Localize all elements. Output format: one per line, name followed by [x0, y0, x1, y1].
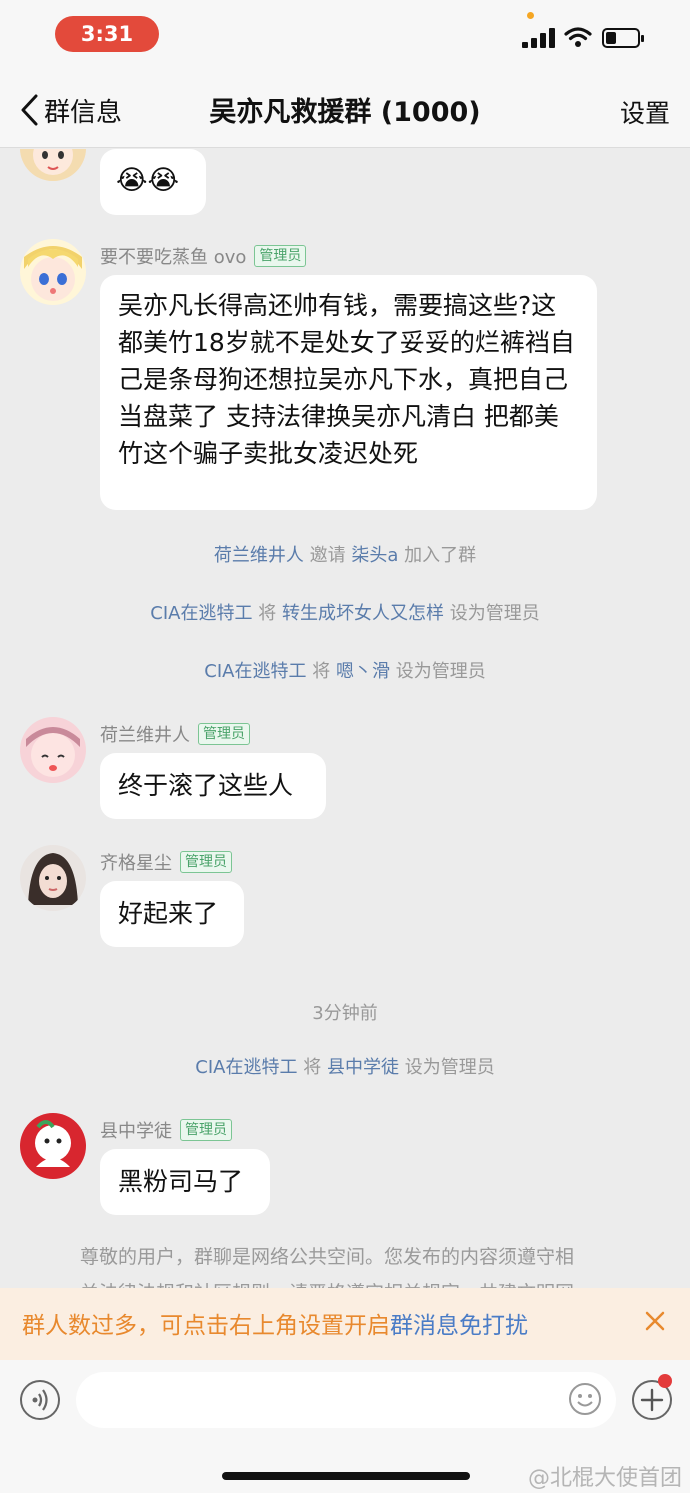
input-bar: @北棍大使首团 — [0, 1360, 690, 1493]
battery-icon — [602, 28, 644, 48]
avatar[interactable] — [20, 149, 86, 181]
avatar[interactable] — [20, 845, 86, 911]
system-target[interactable]: 柒头a — [351, 545, 398, 566]
mute-messages-link[interactable]: 群消息免打扰 — [390, 1313, 528, 1339]
nav-bar: 群信息 吴亦凡救援群 (1000) 设置 — [0, 72, 690, 148]
system-target[interactable]: 嗯丶滑 — [336, 661, 390, 682]
message-bubble[interactable]: 吴亦凡长得高还帅有钱，需要搞这些?这都美竹18岁就不是处女了妥妥的烂裤裆自己是条… — [100, 275, 597, 510]
message-bubble[interactable]: 黑粉司马了 — [100, 1149, 270, 1215]
system-actor[interactable]: CIA在逃特工 — [204, 661, 306, 682]
sender-name: 县中学徒 — [100, 1121, 172, 1142]
sender-row: 要不要吃蒸鱼 ovo 管理员 — [100, 243, 307, 269]
avatar[interactable] — [20, 717, 86, 783]
system-message: CIA在逃特工 将 转生成坏女人又怎样 设为管理员 — [150, 603, 540, 624]
close-icon[interactable] — [644, 1310, 666, 1332]
system-message: 荷兰维井人 邀请 柒头a 加入了群 — [213, 545, 477, 566]
status-time: 3:31 — [55, 16, 159, 52]
avatar[interactable] — [20, 1113, 86, 1179]
admin-badge: 管理员 — [254, 245, 307, 267]
sender-name: 荷兰维井人 — [100, 725, 190, 746]
wifi-icon — [564, 27, 592, 47]
system-message: CIA在逃特工 将 县中学徒 设为管理员 — [195, 1057, 495, 1078]
admin-badge: 管理员 — [180, 851, 232, 873]
home-indicator[interactable] — [222, 1472, 470, 1480]
notification-dot — [658, 1374, 672, 1388]
avatar[interactable] — [20, 239, 86, 305]
system-actor[interactable]: 荷兰维井人 — [214, 545, 304, 566]
message-bubble[interactable]: 好起来了 — [100, 881, 244, 947]
timestamp: 3分钟前 — [312, 1003, 378, 1024]
message-input[interactable] — [76, 1372, 616, 1428]
settings-button[interactable]: 设置 — [620, 94, 670, 130]
community-notice: 尊敬的用户，群聊是网络公共空间。您发布的内容须遵守相 关法律法规和社区规则，请严… — [80, 1239, 620, 1288]
admin-badge: 管理员 — [180, 1119, 232, 1141]
sender-name: 齐格星尘 — [100, 853, 172, 874]
voice-input-button[interactable] — [20, 1380, 60, 1420]
message-bubble[interactable]: 终于滚了这些人 — [100, 753, 326, 819]
sender-name: 要不要吃蒸鱼 ovo — [100, 247, 247, 268]
status-bar: 3:31 — [0, 0, 690, 72]
watermark-text: @北棍大使首团 — [527, 1466, 682, 1491]
cellular-signal-icon — [522, 28, 556, 48]
system-message: CIA在逃特工 将 嗯丶滑 设为管理员 — [204, 661, 486, 682]
privacy-indicator-dot — [527, 12, 534, 19]
notice-line: 关法律法规和社区规则，请严格遵守相关规定，共建文明网 — [80, 1275, 620, 1288]
system-actor[interactable]: CIA在逃特工 — [195, 1057, 297, 1078]
sender-row: 县中学徒 管理员 — [100, 1117, 232, 1143]
sender-row: 荷兰维井人 管理员 — [100, 721, 250, 747]
page-title: 吴亦凡救援群 (1000) — [209, 97, 481, 128]
system-actor[interactable]: CIA在逃特工 — [150, 603, 252, 624]
emoji-icon[interactable] — [568, 1382, 602, 1416]
banner-text: 群人数过多，可点击右上角设置开启群消息免打扰 — [22, 1313, 528, 1339]
mute-suggestion-banner: 群人数过多，可点击右上角设置开启群消息免打扰 — [0, 1288, 690, 1360]
sender-row: 齐格星尘 管理员 — [100, 849, 232, 875]
notice-line: 尊敬的用户，群聊是网络公共空间。您发布的内容须遵守相 — [80, 1246, 575, 1268]
voice-icon — [32, 1389, 48, 1411]
admin-badge: 管理员 — [198, 723, 250, 745]
system-target[interactable]: 县中学徒 — [327, 1057, 399, 1078]
chat-area[interactable]: 😭😭 要不要吃蒸鱼 ovo 管理员 吴亦凡长得高还帅有钱，需要搞这些?这都美竹1… — [0, 149, 690, 1288]
message-bubble[interactable]: 😭😭 — [100, 149, 206, 215]
system-target[interactable]: 转生成坏女人又怎样 — [282, 603, 444, 624]
